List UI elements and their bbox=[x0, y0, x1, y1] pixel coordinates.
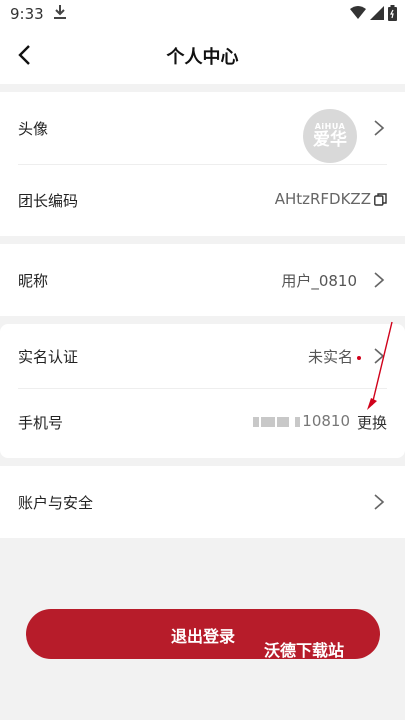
watermark: 沃德下载站 bbox=[264, 641, 345, 660]
avatar-label: 头像 bbox=[18, 120, 49, 138]
phone-number: 10810 bbox=[302, 412, 350, 430]
battery-icon bbox=[388, 5, 397, 21]
row-phone: 手机号 10810 更换 bbox=[0, 388, 405, 458]
chevron-right-icon bbox=[374, 494, 385, 510]
chevron-right-icon bbox=[374, 348, 385, 364]
row-realname[interactable]: 实名认证 未实名 bbox=[0, 324, 405, 388]
signal-icon bbox=[370, 6, 384, 20]
row-team-code: 团长编码 AHtzRFDKZZ bbox=[0, 164, 405, 236]
profile-card: 头像 AiHUA 爱华 团长编码 AHtzRFDKZZ bbox=[0, 92, 405, 236]
avatar-logo-chinese: 爱华 bbox=[313, 130, 347, 150]
masked-digits bbox=[277, 416, 290, 427]
team-code-label: 团长编码 bbox=[18, 192, 79, 210]
phone-label: 手机号 bbox=[18, 414, 64, 432]
change-phone-button[interactable]: 更换 bbox=[357, 412, 387, 433]
nickname-label: 昵称 bbox=[18, 272, 49, 290]
realname-value: 未实名 bbox=[307, 348, 353, 366]
realname-status: 未实名 bbox=[308, 346, 361, 367]
status-icons bbox=[350, 5, 397, 21]
row-account-security[interactable]: 账户与安全 bbox=[0, 466, 405, 538]
masked-digits bbox=[295, 416, 301, 427]
team-code-value: AHtzRFDKZZ bbox=[274, 190, 371, 208]
phone-value: 10810 bbox=[253, 412, 350, 430]
nickname-value: 用户_0810 bbox=[281, 272, 357, 290]
row-avatar[interactable]: 头像 AiHUA 爱华 bbox=[0, 92, 405, 164]
security-card: 账户与安全 bbox=[0, 466, 405, 538]
masked-digits bbox=[253, 416, 260, 427]
page-title: 个人中心 bbox=[166, 47, 239, 68]
unverified-dot bbox=[357, 355, 361, 360]
wifi-icon bbox=[350, 6, 366, 19]
status-time: 9:33 bbox=[10, 5, 44, 23]
nickname-card: 昵称 用户_0810 bbox=[0, 244, 405, 316]
identity-card: 实名认证 未实名 手机号 10810 更换 bbox=[0, 324, 405, 458]
masked-digits bbox=[261, 416, 276, 427]
download-icon bbox=[53, 3, 67, 25]
account-security-label: 账户与安全 bbox=[18, 494, 94, 512]
status-bar: 9:33 bbox=[0, 0, 405, 28]
chevron-right-icon bbox=[374, 272, 385, 288]
chevron-right-icon bbox=[374, 120, 385, 136]
avatar[interactable]: AiHUA 爱华 bbox=[303, 109, 357, 163]
realname-label: 实名认证 bbox=[18, 348, 79, 366]
page-header: 个人中心 bbox=[0, 28, 405, 84]
row-nickname[interactable]: 昵称 用户_0810 bbox=[0, 244, 405, 316]
copy-icon[interactable] bbox=[374, 193, 387, 206]
